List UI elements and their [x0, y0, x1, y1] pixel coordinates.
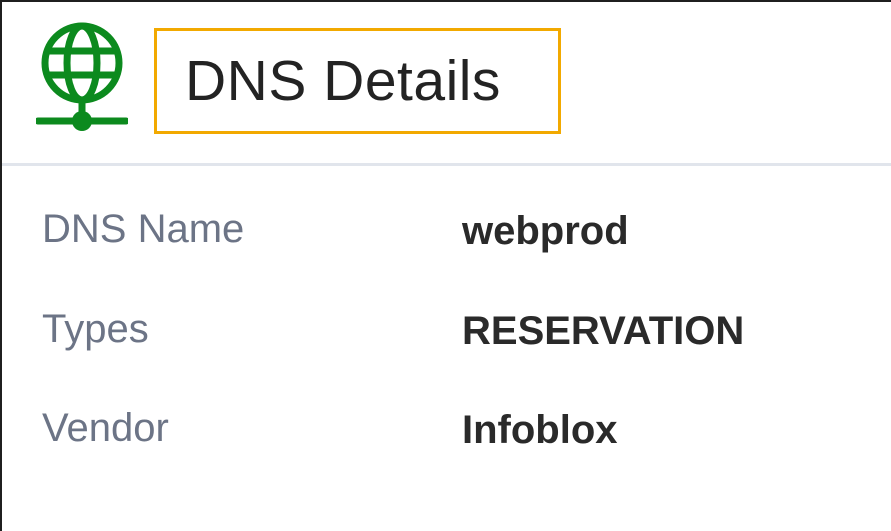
vendor-label: Vendor	[42, 406, 169, 450]
dns-details-panel: DNS Details DNS Name webprod Types RESER…	[0, 0, 891, 531]
vendor-value: Infoblox	[462, 408, 618, 452]
types-value: RESERVATION	[462, 309, 745, 353]
panel-title: DNS Details	[185, 49, 501, 113]
dns-name-label: DNS Name	[42, 207, 245, 251]
title-highlight-box: DNS Details	[154, 28, 561, 134]
panel-header: DNS Details	[2, 2, 891, 162]
detail-row-types: Types RESERVATION	[2, 307, 891, 367]
detail-row-vendor: Vendor Infoblox	[2, 406, 891, 466]
types-label: Types	[42, 307, 149, 351]
header-divider	[2, 163, 891, 166]
dns-name-value: webprod	[462, 209, 629, 253]
detail-row-dns-name: DNS Name webprod	[2, 207, 891, 267]
dns-network-globe-icon	[36, 22, 128, 131]
